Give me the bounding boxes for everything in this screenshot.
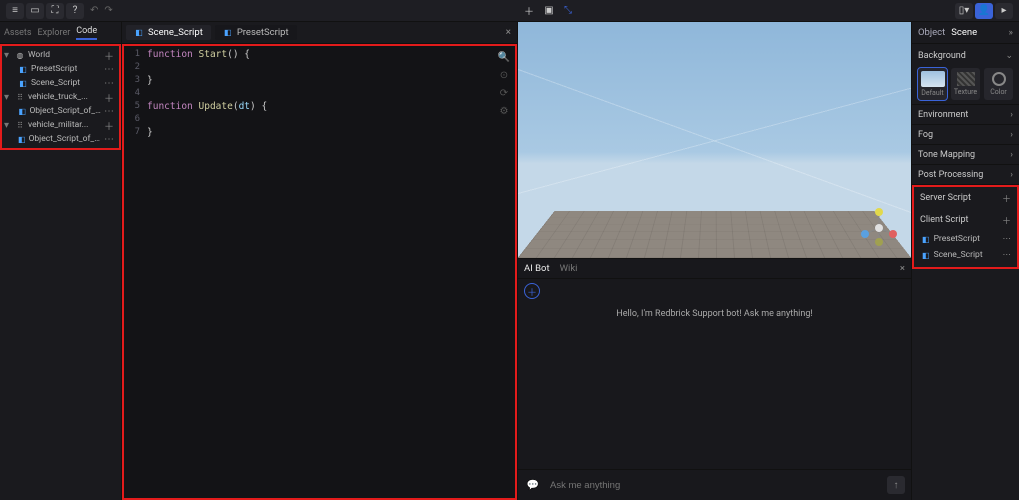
add-server-script-icon[interactable]: ＋ — [1002, 192, 1011, 205]
section-environment[interactable]: Environment› — [912, 105, 1019, 125]
chat-tab-aibot[interactable]: AI Bot — [524, 263, 550, 274]
inspector-panel: Object Scene » Background⌄ Default Textu… — [911, 22, 1019, 500]
tree-node-truck-script[interactable]: ◧ Object_Script_of_truck ⋯ — [2, 104, 119, 118]
fullscreen-icon[interactable]: ⛶ — [46, 3, 64, 19]
more-icon[interactable]: ⋯ — [104, 106, 117, 117]
section-fog[interactable]: Fog› — [912, 125, 1019, 145]
breadcrumb-scene[interactable]: Scene — [951, 27, 977, 38]
client-script-presetscript[interactable]: ◧ PresetScript ⋯ — [914, 231, 1017, 247]
code-tree: ▾ ◍ World ＋ ◧ PresetScript ⋯ ◧ Scene_Scr… — [0, 44, 121, 150]
editor-tab-presetscript[interactable]: ◧ PresetScript — [215, 25, 297, 40]
expand-icon[interactable]: ⤡ — [560, 5, 576, 16]
new-chat-icon[interactable]: ＋ — [524, 283, 540, 299]
more-icon[interactable]: ⋯ — [104, 64, 117, 75]
script-icon: ◧ — [18, 78, 28, 88]
tree-node-world[interactable]: ▾ ◍ World ＋ — [2, 48, 119, 62]
redo-icon[interactable]: ↷ — [104, 5, 112, 16]
more-icon[interactable]: ⋯ — [104, 78, 117, 89]
more-icon[interactable]: ⋯ — [1003, 250, 1012, 260]
section-title-background[interactable]: Background⌄ — [918, 48, 1013, 64]
settings-icon[interactable]: ⚙ — [497, 104, 511, 118]
client-script-scene-script[interactable]: ◧ Scene_Script ⋯ — [914, 247, 1017, 263]
section-tone-mapping[interactable]: Tone Mapping› — [912, 145, 1019, 165]
object-icon: ⠿ — [15, 120, 25, 130]
ai-chat-panel: AI Bot Wiki × ＋ Hello, I'm Redbrick Supp… — [518, 258, 911, 500]
script-icon: ◧ — [134, 28, 144, 38]
script-icon: ◧ — [18, 106, 26, 116]
search-icon[interactable]: 🔍 — [497, 50, 511, 64]
play-icon[interactable]: ▸ — [995, 3, 1013, 19]
chat-bubble-icon: 💬 — [524, 476, 542, 494]
editor-side-tools: 🔍 ⊙ ⟳ ⚙ — [497, 50, 511, 118]
tree-node-militar[interactable]: ▾ ⠿ vehicle_militar... ＋ — [2, 118, 119, 132]
chevron-down-icon: ⌄ — [1005, 51, 1013, 61]
collapse-icon[interactable]: ⟳ — [497, 86, 511, 100]
undo-icon[interactable]: ↶ — [86, 5, 102, 16]
script-icon: ◧ — [18, 64, 28, 74]
script-sections: Server Script ＋ Client Script ＋ ◧ Preset… — [912, 185, 1019, 269]
more-icon[interactable]: ⋯ — [104, 134, 117, 145]
script-icon: ◧ — [18, 134, 26, 144]
left-panel: Assets Explorer Code ▾ ◍ World ＋ ◧ Prese… — [0, 22, 122, 500]
script-icon: ◧ — [922, 251, 930, 260]
chevron-right-icon: › — [1010, 150, 1013, 160]
object-icon: ⠿ — [15, 92, 25, 102]
device-icon[interactable]: ▯▾ — [955, 3, 973, 19]
editor-column: ◧ Scene_Script ◧ PresetScript × 1 2 3 4 … — [122, 22, 518, 500]
bg-default[interactable]: Default — [918, 68, 947, 100]
add-script-icon[interactable]: ＋ — [104, 90, 117, 105]
collapse-inspector-icon[interactable]: » — [1009, 27, 1013, 38]
monitor-icon[interactable]: ▭ — [26, 3, 44, 19]
chevron-right-icon: › — [1010, 110, 1013, 120]
user-icon[interactable]: 👤 — [975, 3, 993, 19]
editor-tab-scene-script[interactable]: ◧ Scene_Script — [126, 25, 211, 40]
cube-icon[interactable]: ▣ — [540, 3, 558, 19]
line-gutter: 1 2 3 4 5 6 7 — [124, 46, 144, 498]
script-icon: ◧ — [922, 235, 930, 244]
script-icon: ◧ — [223, 28, 233, 38]
bg-texture[interactable]: Texture — [951, 68, 980, 100]
tree-node-truck[interactable]: ▾ ⠿ vehicle_truck_... ＋ — [2, 90, 119, 104]
tab-explorer[interactable]: Explorer — [38, 28, 71, 38]
orientation-gizmo[interactable] — [859, 208, 899, 248]
chat-input[interactable] — [550, 480, 879, 491]
chevron-right-icon: › — [1010, 130, 1013, 140]
breadcrumb-object[interactable]: Object — [918, 27, 945, 38]
close-chat-icon[interactable]: × — [900, 263, 905, 274]
nav-icon[interactable]: ⊙ — [497, 68, 511, 82]
menu-icon[interactable]: ≡ — [6, 3, 24, 19]
code-area[interactable]: function Start() { } function Update(dt)… — [144, 46, 515, 498]
chat-tab-wiki[interactable]: Wiki — [560, 263, 578, 274]
add-script-icon[interactable]: ＋ — [104, 118, 117, 133]
section-background: Background⌄ Default Texture Color — [912, 44, 1019, 105]
tab-assets[interactable]: Assets — [4, 28, 32, 38]
client-script-header[interactable]: Client Script ＋ — [914, 209, 1017, 231]
send-icon[interactable]: ↑ — [887, 476, 905, 494]
chevron-right-icon: › — [1010, 170, 1013, 180]
tree-node-scenescript[interactable]: ◧ Scene_Script ⋯ — [2, 76, 119, 90]
add-script-icon[interactable]: ＋ — [104, 48, 117, 63]
add-icon[interactable]: ＋ — [520, 3, 538, 19]
3d-viewport[interactable] — [518, 22, 911, 258]
add-client-script-icon[interactable]: ＋ — [1002, 214, 1011, 227]
server-script-header[interactable]: Server Script ＋ — [914, 187, 1017, 209]
code-editor[interactable]: 1 2 3 4 5 6 7 function Start() { } funct… — [122, 44, 517, 500]
tree-node-plane-script[interactable]: ◧ Object_Script_of_AirPlane ⋯ — [2, 132, 119, 146]
tab-code[interactable]: Code — [76, 26, 97, 40]
globe-icon: ◍ — [15, 50, 25, 60]
more-icon[interactable]: ⋯ — [1003, 234, 1012, 244]
help-icon[interactable]: ? — [66, 3, 84, 19]
section-post-processing[interactable]: Post Processing› — [912, 165, 1019, 185]
close-editor-icon[interactable]: × — [506, 27, 513, 38]
tree-node-presetscript[interactable]: ◧ PresetScript ⋯ — [2, 62, 119, 76]
bg-color[interactable]: Color — [984, 68, 1013, 100]
top-toolbar: ≡ ▭ ⛶ ? ↶ ↷ ＋ ▣ ⤡ ▯▾ 👤 ▸ — [0, 0, 1019, 22]
chat-greeting: Hello, I'm Redbrick Support bot! Ask me … — [524, 309, 905, 319]
viewport-column: AI Bot Wiki × ＋ Hello, I'm Redbrick Supp… — [518, 22, 911, 500]
